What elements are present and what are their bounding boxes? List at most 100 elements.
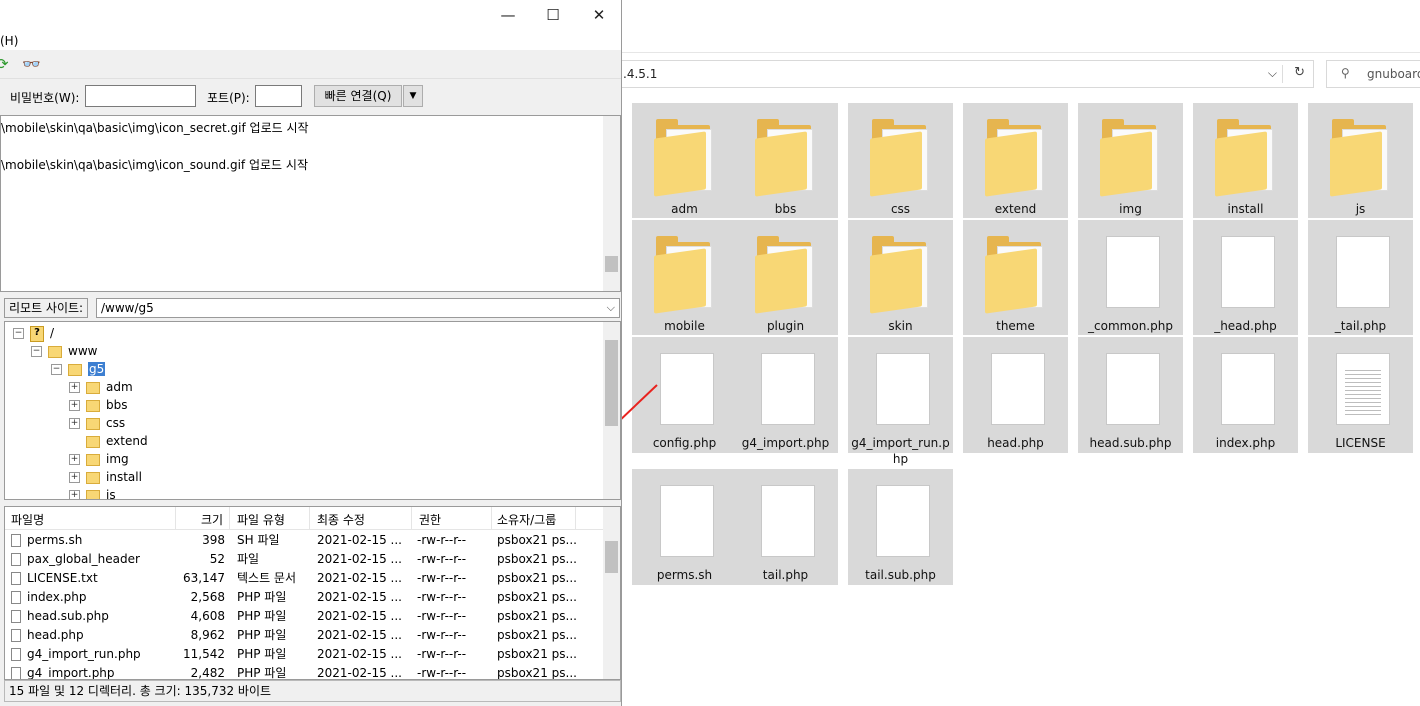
folder-item[interactable]: img [1078, 103, 1183, 218]
column-divider[interactable] [309, 507, 310, 529]
cell-filename: index.php [27, 590, 87, 604]
tree-label: img [106, 452, 129, 466]
folder-item[interactable]: mobile [632, 220, 737, 335]
tree-node-child[interactable]: extend [69, 432, 148, 450]
folder-item[interactable]: extend [963, 103, 1068, 218]
column-size[interactable]: 크기 [201, 511, 223, 528]
column-filename[interactable]: 파일명 [11, 511, 44, 528]
refresh-icon[interactable]: ⟳ [0, 55, 9, 73]
tree-node-root[interactable]: −? / [13, 324, 54, 342]
table-row[interactable]: g4_import_run.php 11,542 PHP 파일 2021-02-15 … [5, 645, 605, 664]
tree-node-g5[interactable]: − g5 [51, 360, 106, 378]
tree-label: css [106, 416, 126, 430]
column-owner[interactable]: 소유자/그룹 [497, 511, 556, 528]
collapse-icon[interactable]: − [13, 328, 24, 339]
table-row[interactable]: index.php 2,568 PHP 파일 2021-02-15 ... -rw-r-… [5, 588, 605, 607]
folder-item[interactable]: plugin [733, 220, 838, 335]
password-field[interactable] [85, 85, 196, 107]
table-row[interactable]: head.php 8,962 PHP 파일 2021-02-15 ... -rw-r--… [5, 626, 605, 645]
tree-node-child[interactable]: + css [69, 414, 125, 432]
maximize-button[interactable]: ☐ [533, 4, 573, 26]
table-row[interactable]: head.sub.php 4,608 PHP 파일 2021-02-15 ... -rw… [5, 607, 605, 626]
menu-help[interactable]: (H) [0, 34, 18, 48]
folder-item[interactable]: css [848, 103, 953, 218]
column-divider[interactable] [491, 507, 492, 529]
remote-path-input[interactable]: /www/g5 ⌵ [96, 298, 620, 318]
close-button[interactable]: ✕ [579, 4, 619, 26]
folder-icon [983, 115, 1049, 197]
refresh-icon[interactable]: ↻ [1294, 65, 1305, 80]
expand-icon[interactable]: + [69, 490, 80, 499]
column-divider[interactable] [229, 507, 230, 529]
tree-node-child[interactable]: + img [69, 450, 129, 468]
binoculars-icon[interactable]: 👓 [22, 55, 41, 73]
file-item[interactable]: tail.php [733, 469, 838, 585]
file-item[interactable]: config.php [632, 337, 737, 453]
search-input[interactable]: gnuboard [1367, 67, 1420, 81]
expand-icon[interactable]: + [69, 418, 80, 429]
file-item[interactable]: _head.php [1193, 220, 1298, 335]
folder-item[interactable]: skin [848, 220, 953, 335]
collapse-icon[interactable]: − [51, 364, 62, 375]
cell-permissions: -rw-r--r-- [417, 666, 467, 680]
title-bar: — ☐ ✕ [0, 0, 621, 32]
column-permissions[interactable]: 권한 [419, 511, 441, 528]
cell-size: 398 [202, 533, 225, 547]
file-list-scroll-thumb[interactable] [605, 541, 618, 573]
address-bar[interactable]: .4.5.1 ⌵ ↻ [612, 60, 1314, 88]
column-type[interactable]: 파일 유형 [237, 511, 285, 528]
table-row[interactable]: pax_global_header 52 파일 2021-02-15 ... -rw-r… [5, 550, 605, 569]
tree-node-child[interactable]: + adm [69, 378, 133, 396]
log-scrollbar[interactable] [603, 116, 620, 291]
remote-path-text: /www/g5 [101, 301, 154, 315]
file-item[interactable]: index.php [1193, 337, 1298, 453]
file-item[interactable]: head.php [963, 337, 1068, 453]
search-box[interactable]: ⚲ gnuboard [1326, 60, 1420, 88]
tree-scroll-thumb[interactable] [605, 340, 618, 426]
chevron-down-icon[interactable]: ⌵ [607, 299, 615, 317]
minimize-button[interactable]: — [488, 4, 528, 26]
tree-node-child[interactable]: + js [69, 486, 116, 499]
quickconnect-button[interactable]: 빠른 연결(Q) [314, 85, 402, 107]
log-scroll-thumb[interactable] [605, 256, 618, 272]
file-item[interactable]: g4_import_run.php [848, 337, 953, 466]
quickconnect-dropdown[interactable]: ▼ [403, 85, 423, 107]
column-divider[interactable] [575, 507, 576, 529]
file-item[interactable]: g4_import.php [733, 337, 838, 453]
folder-icon [86, 399, 100, 412]
cell-size: 2,482 [190, 666, 225, 680]
folder-item[interactable]: js [1308, 103, 1413, 218]
cell-permissions: -rw-r--r-- [417, 609, 467, 623]
file-item[interactable]: head.sub.php [1078, 337, 1183, 453]
tree-node-child[interactable]: + install [69, 468, 142, 486]
folder-item[interactable]: adm [632, 103, 737, 218]
file-item[interactable]: _common.php [1078, 220, 1183, 335]
folder-item[interactable]: bbs [733, 103, 838, 218]
column-divider[interactable] [411, 507, 412, 529]
file-item[interactable]: perms.sh [632, 469, 737, 585]
expand-icon[interactable]: + [69, 400, 80, 411]
column-divider[interactable] [175, 507, 176, 529]
file-item[interactable]: LICENSE [1308, 337, 1413, 453]
table-row[interactable]: perms.sh 398 SH 파일 2021-02-15 ... -rw-r--r--… [5, 531, 605, 550]
file-list-scrollbar[interactable] [603, 507, 620, 679]
table-row[interactable]: g4_import.php 2,482 PHP 파일 2021-02-15 ... -r… [5, 664, 605, 680]
expand-icon[interactable]: + [69, 472, 80, 483]
folder-item[interactable]: install [1193, 103, 1298, 218]
tree-node-www[interactable]: − www [31, 342, 97, 360]
tree-node-child[interactable]: + bbs [69, 396, 128, 414]
folder-item[interactable]: theme [963, 220, 1068, 335]
tree-scrollbar[interactable] [603, 322, 620, 499]
table-row[interactable]: LICENSE.txt 63,147 텍스트 문서 2021-02-15 ... -rw… [5, 569, 605, 588]
file-item[interactable]: _tail.php [1308, 220, 1413, 335]
cell-filename: head.php [27, 628, 84, 642]
folder-icon [48, 345, 62, 358]
collapse-icon[interactable]: − [31, 346, 42, 357]
item-label: mobile [664, 319, 705, 333]
expand-icon[interactable]: + [69, 382, 80, 393]
chevron-down-icon[interactable]: ⌵ [1268, 66, 1277, 81]
file-item[interactable]: tail.sub.php [848, 469, 953, 585]
expand-icon[interactable]: + [69, 454, 80, 465]
column-modified[interactable]: 최종 수정 [317, 511, 365, 528]
port-field[interactable] [255, 85, 302, 107]
